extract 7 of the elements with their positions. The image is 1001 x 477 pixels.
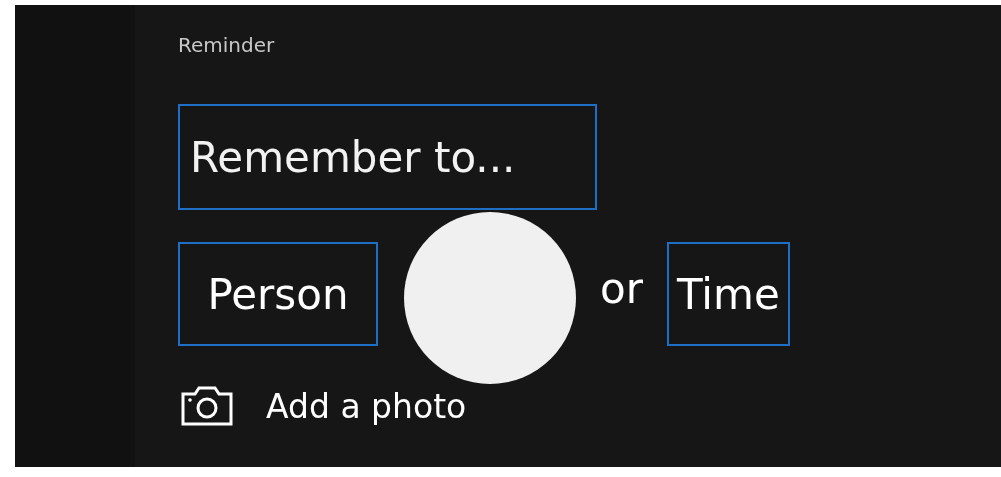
- add-photo-link[interactable]: Add a photo: [266, 386, 467, 426]
- section-title: Reminder: [178, 33, 276, 59]
- trigger-field[interactable]: Person: [178, 242, 378, 346]
- or-label: or: [600, 263, 643, 313]
- camera-icon[interactable]: [181, 386, 233, 426]
- trigger-field[interactable]: Time: [666, 242, 790, 346]
- reminder-field[interactable]: Remember to...: [178, 104, 597, 210]
